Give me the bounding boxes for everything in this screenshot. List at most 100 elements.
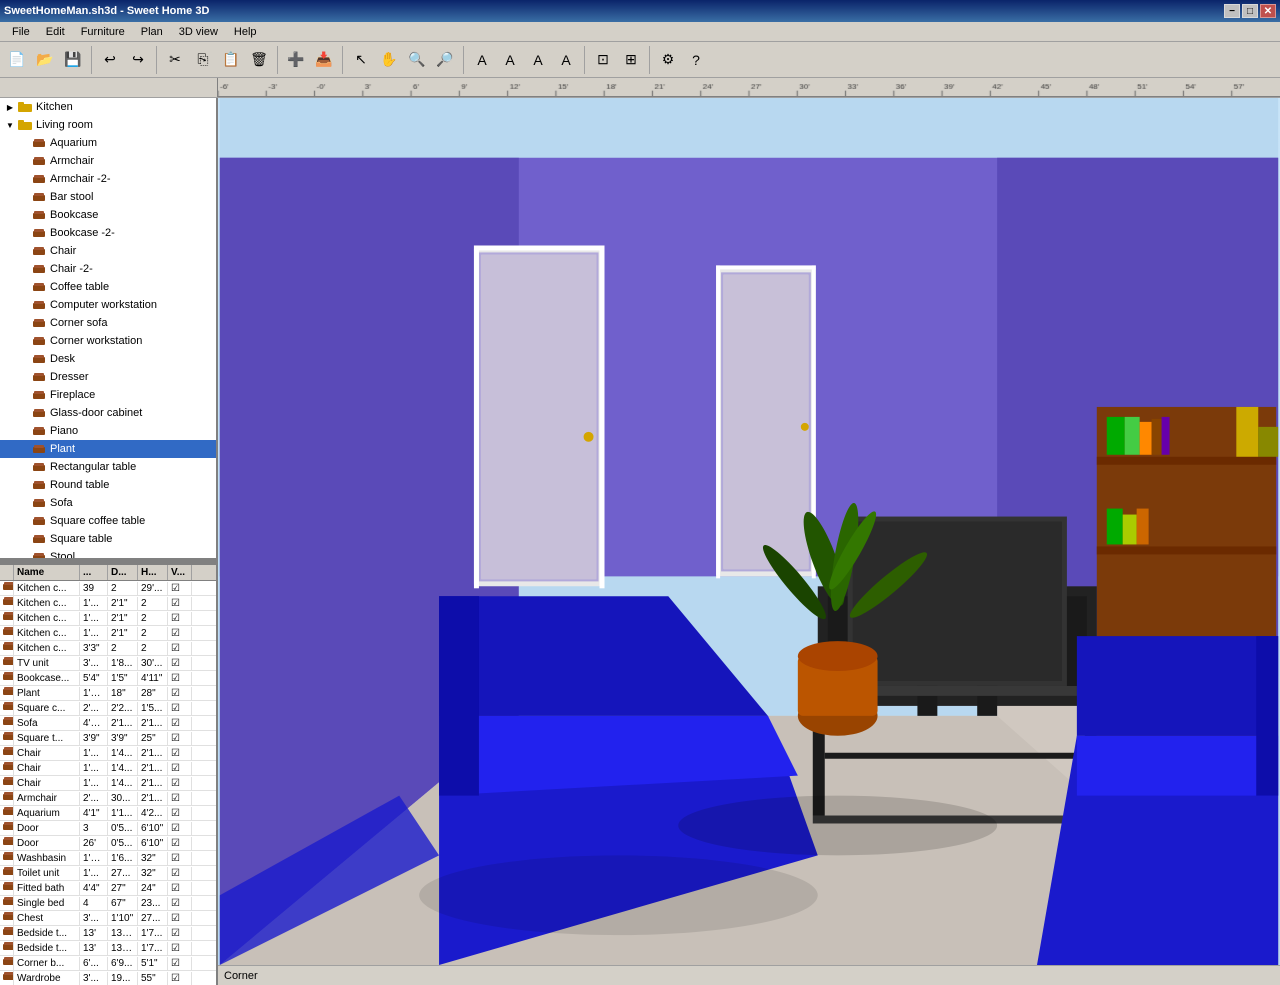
tree-item[interactable]: Desk (0, 350, 216, 368)
preferences-button[interactable]: ⚙ (655, 47, 681, 73)
table-row[interactable]: Armchair 2'... 30... 2'1... ☑ (0, 791, 216, 806)
menu-item-help[interactable]: Help (226, 24, 265, 40)
table-row[interactable]: Square t... 3'9" 3'9" 25" ☑ (0, 731, 216, 746)
tree-item[interactable]: Coffee table (0, 278, 216, 296)
tree-item[interactable]: Computer workstation (0, 296, 216, 314)
tree-expand-icon[interactable] (18, 461, 30, 473)
table-row[interactable]: Bookcase... 5'4" 1'5" 4'11" ☑ (0, 671, 216, 686)
text-a3-button[interactable]: A (525, 47, 551, 73)
undo-button[interactable]: ↩ (97, 47, 123, 73)
tree-item[interactable]: Round table (0, 476, 216, 494)
table-row[interactable]: Chair 1'... 1'4... 2'1... ☑ (0, 746, 216, 761)
tree-expand-icon[interactable]: ▼ (4, 119, 16, 131)
save-button[interactable]: 💾 (60, 47, 86, 73)
table-row[interactable]: Kitchen c... 1'... 2'1" 2 ☑ (0, 611, 216, 626)
open-button[interactable]: 📂 (32, 47, 58, 73)
menu-item-furniture[interactable]: Furniture (73, 24, 133, 40)
tree-expand-icon[interactable] (18, 209, 30, 221)
tree-expand-icon[interactable] (18, 245, 30, 257)
redo-button[interactable]: ↪ (125, 47, 151, 73)
tree-expand-icon[interactable] (18, 335, 30, 347)
tree-item[interactable]: Bar stool (0, 188, 216, 206)
tree-item[interactable]: Armchair (0, 152, 216, 170)
table-row[interactable]: Sofa 4'10" 2'1... 2'1... ☑ (0, 716, 216, 731)
tree-item[interactable]: Dresser (0, 368, 216, 386)
tree-expand-icon[interactable] (18, 371, 30, 383)
minimize-button[interactable]: − (1224, 4, 1240, 18)
menu-item-file[interactable]: File (4, 24, 38, 40)
table-row[interactable]: Aquarium 4'1" 1'1... 4'2... ☑ (0, 806, 216, 821)
tree-item[interactable]: Square table (0, 530, 216, 548)
tree-expand-icon[interactable] (18, 263, 30, 275)
tree-expand-icon[interactable] (18, 425, 30, 437)
table-row[interactable]: Kitchen c... 1'... 2'1" 2 ☑ (0, 626, 216, 641)
tree-expand-icon[interactable] (18, 407, 30, 419)
table-row[interactable]: Chest 3'... 1'10" 27... ☑ (0, 911, 216, 926)
tree-view[interactable]: ▶Kitchen▼Living roomAquariumArmchairArmc… (0, 98, 216, 561)
help-button[interactable]: ? (683, 47, 709, 73)
tree-expand-icon[interactable] (18, 299, 30, 311)
table-row[interactable]: Door 26' 0'5... 6'10" ☑ (0, 836, 216, 851)
table-row[interactable]: TV unit 3'... 1'8... 30'... ☑ (0, 656, 216, 671)
text-a2-button[interactable]: A (497, 47, 523, 73)
menu-item-edit[interactable]: Edit (38, 24, 73, 40)
table-row[interactable]: Fitted bath 4'4" 27" 24" ☑ (0, 881, 216, 896)
table-row[interactable]: Plant 1'11" 18" 28" ☑ (0, 686, 216, 701)
tree-expand-icon[interactable] (18, 443, 30, 455)
menu-item-3d-view[interactable]: 3D view (171, 24, 226, 40)
table-row[interactable]: Square c... 2'... 2'2... 1'5... ☑ (0, 701, 216, 716)
tree-expand-icon[interactable] (18, 155, 30, 167)
viewport-3d[interactable] (218, 98, 1280, 965)
tree-item[interactable]: Stool (0, 548, 216, 561)
tree-item[interactable]: ▶Kitchen (0, 98, 216, 116)
tree-item[interactable]: Chair (0, 242, 216, 260)
table-row[interactable]: Kitchen c... 39 2 29'... ☑ (0, 581, 216, 596)
tree-expand-icon[interactable] (18, 191, 30, 203)
tree-item[interactable]: Aquarium (0, 134, 216, 152)
tree-expand-icon[interactable]: ▶ (4, 101, 16, 113)
tree-item[interactable]: Chair -2- (0, 260, 216, 278)
table-row[interactable]: Kitchen c... 3'3" 2 2 ☑ (0, 641, 216, 656)
tree-expand-icon[interactable] (18, 497, 30, 509)
tree-item[interactable]: Glass-door cabinet (0, 404, 216, 422)
tree-expand-icon[interactable] (18, 551, 30, 561)
tree-expand-icon[interactable] (18, 173, 30, 185)
tree-expand-icon[interactable] (18, 389, 30, 401)
tree-item[interactable]: Armchair -2- (0, 170, 216, 188)
tree-expand-icon[interactable] (18, 317, 30, 329)
tree-item[interactable]: Square coffee table (0, 512, 216, 530)
text-a1-button[interactable]: A (469, 47, 495, 73)
text-a4-button[interactable]: A (553, 47, 579, 73)
tree-item[interactable]: Corner sofa (0, 314, 216, 332)
zoom-in-button[interactable]: 🔍 (404, 47, 430, 73)
table-view[interactable]: Name ... D... H... V... Kitchen c... 39 … (0, 565, 216, 985)
select-button[interactable]: ↖ (348, 47, 374, 73)
new-button[interactable]: 📄 (4, 47, 30, 73)
cut-button[interactable]: ✂ (162, 47, 188, 73)
zoom-fit-button[interactable]: ⊡ (590, 47, 616, 73)
table-row[interactable]: Bedside t... 13' 13'1... 1'7... ☑ (0, 926, 216, 941)
table-row[interactable]: Toilet unit 1'... 27... 32" ☑ (0, 866, 216, 881)
menu-item-plan[interactable]: Plan (133, 24, 171, 40)
tree-expand-icon[interactable] (18, 137, 30, 149)
table-row[interactable]: Washbasin 1'10" 1'6... 32" ☑ (0, 851, 216, 866)
close-button[interactable]: ✕ (1260, 4, 1276, 18)
tree-item[interactable]: Rectangular table (0, 458, 216, 476)
tree-item[interactable]: Corner workstation (0, 332, 216, 350)
tree-expand-icon[interactable] (18, 533, 30, 545)
delete-button[interactable]: 🗑 (246, 47, 272, 73)
tree-item[interactable]: Fireplace (0, 386, 216, 404)
table-row[interactable]: Chair 1'... 1'4... 2'1... ☑ (0, 776, 216, 791)
tree-item[interactable]: Plant (0, 440, 216, 458)
zoom-plan-button[interactable]: ⊞ (618, 47, 644, 73)
tree-item[interactable]: Bookcase (0, 206, 216, 224)
tree-item[interactable]: ▼Living room (0, 116, 216, 134)
tree-item[interactable]: Sofa (0, 494, 216, 512)
table-row[interactable]: Bedside t... 13' 13'1... 1'7... ☑ (0, 941, 216, 956)
tree-expand-icon[interactable] (18, 227, 30, 239)
tree-expand-icon[interactable] (18, 281, 30, 293)
table-row[interactable]: Wardrobe 3'... 19... 55" ☑ (0, 971, 216, 985)
table-row[interactable]: Door 3 0'5... 6'10" ☑ (0, 821, 216, 836)
tree-expand-icon[interactable] (18, 515, 30, 527)
table-row[interactable]: Chair 1'... 1'4... 2'1... ☑ (0, 761, 216, 776)
